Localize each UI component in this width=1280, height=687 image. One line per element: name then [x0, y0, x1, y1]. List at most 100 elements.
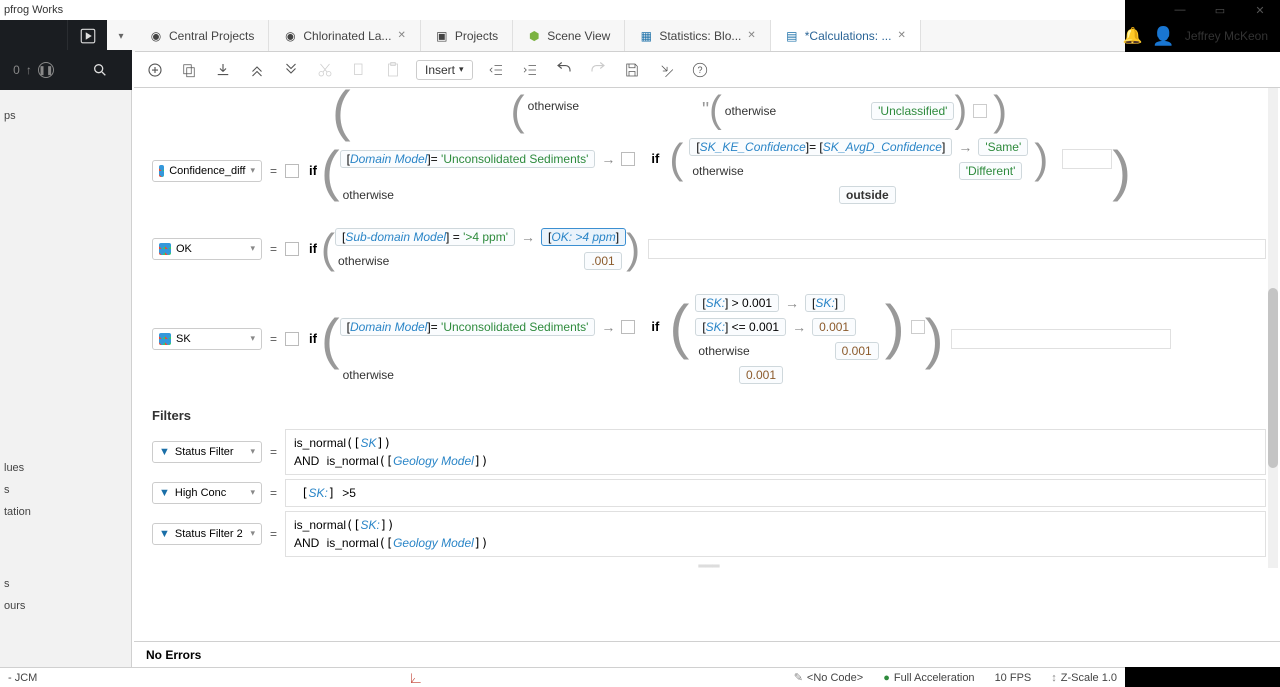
outdent-icon[interactable]: [485, 59, 507, 81]
scrollbar[interactable]: [1268, 88, 1278, 568]
result-value-active[interactable]: [OK: >4 ppm]: [541, 228, 626, 246]
brace-icon: (: [321, 154, 340, 188]
filter-expression[interactable]: is_normal([SK:]) AND is_normal([Geology …: [285, 511, 1266, 557]
condition-pill[interactable]: [Domain Model]= 'Unconsolidated Sediment…: [340, 150, 596, 168]
filter-expression[interactable]: is_normal([SK]) AND is_normal([Geology M…: [285, 429, 1266, 475]
brace-icon: ): [1112, 154, 1131, 188]
scrollbar-thumb[interactable]: [1268, 288, 1278, 468]
globe-icon: ◉: [149, 29, 163, 43]
filter-select[interactable]: ▼ Status Filter: [152, 441, 262, 463]
result-value[interactable]: 'Unclassified': [871, 102, 954, 120]
maximize-button[interactable]: ▭: [1200, 0, 1240, 20]
expand-down-icon[interactable]: [280, 59, 302, 81]
drag-handle-icon[interactable]: ═══: [152, 561, 1266, 572]
checkbox[interactable]: [285, 242, 299, 256]
condition-pill[interactable]: [SK:] <= 0.001: [695, 318, 786, 336]
close-icon[interactable]: ✕: [897, 30, 905, 41]
result-value[interactable]: 0.001: [739, 366, 783, 384]
tree-item[interactable]: ps: [4, 110, 31, 122]
brace-icon: ): [1034, 146, 1048, 171]
checkbox[interactable]: [285, 332, 299, 346]
save-icon[interactable]: [621, 59, 643, 81]
slot-box[interactable]: [911, 320, 925, 334]
result-value[interactable]: outside: [839, 186, 896, 204]
variable-select[interactable]: SK: [152, 328, 262, 350]
filter-row-highconc: ▼ High Conc = [SK:] >5: [152, 479, 1266, 507]
condition-pill[interactable]: [Domain Model]= 'Unconsolidated Sediment…: [340, 318, 596, 336]
status-zscale[interactable]: ↕Z-Scale 1.0: [1051, 672, 1117, 684]
otherwise-label: otherwise: [722, 103, 779, 119]
play-button[interactable]: [67, 20, 107, 52]
tree-item[interactable]: ours: [4, 600, 31, 612]
tab-projects[interactable]: ▣ Projects: [421, 20, 513, 51]
folder-icon: ▣: [435, 29, 449, 43]
checkbox[interactable]: [621, 320, 635, 334]
minimize-button[interactable]: —: [1160, 0, 1200, 20]
expression-slot[interactable]: [1062, 149, 1112, 169]
checkbox[interactable]: [621, 152, 635, 166]
expression-slot[interactable]: [951, 329, 1171, 349]
result-value[interactable]: 0.001: [835, 342, 879, 360]
equals-label: =: [270, 445, 277, 459]
copy-icon[interactable]: [178, 59, 200, 81]
filter-name: Status Filter: [175, 446, 234, 458]
indent-icon[interactable]: [519, 59, 541, 81]
copy2-icon[interactable]: [348, 59, 370, 81]
undo-icon[interactable]: [553, 59, 575, 81]
tree-item[interactable]: lues: [4, 462, 31, 474]
tab-scene-view[interactable]: ⬢ Scene View: [513, 20, 625, 51]
pause-control[interactable]: 0 ↑ ❚❚: [0, 50, 67, 90]
paste-icon[interactable]: [382, 59, 404, 81]
new-item-icon[interactable]: [144, 59, 166, 81]
result-value[interactable]: .001: [584, 252, 621, 270]
user-name: Jeffrey McKeon: [1185, 29, 1268, 43]
play-dropdown[interactable]: ▾: [107, 20, 135, 52]
help-icon[interactable]: ?: [689, 59, 711, 81]
brace-icon: (: [709, 99, 722, 122]
tab-central-projects[interactable]: ◉ Central Projects: [135, 20, 269, 51]
result-value[interactable]: 'Different': [959, 162, 1023, 180]
variable-select[interactable]: Confidence_diff: [152, 160, 262, 182]
condition-pill[interactable]: [SK_KE_Confidence]= [SK_AvgD_Confidence]: [689, 138, 952, 156]
tree-item[interactable]: s: [4, 578, 31, 590]
cut-icon[interactable]: [314, 59, 336, 81]
slot-box[interactable]: [973, 104, 987, 118]
filter-select[interactable]: ▼ High Conc: [152, 482, 262, 504]
search-button[interactable]: [67, 50, 132, 90]
close-button[interactable]: ✕: [1240, 0, 1280, 20]
close-icon[interactable]: ✕: [747, 30, 755, 41]
filter-select[interactable]: ▼ Status Filter 2: [152, 523, 262, 545]
if-keyword: if: [309, 163, 317, 178]
checkbox[interactable]: [285, 164, 299, 178]
equals-label: =: [270, 332, 277, 346]
redo-icon[interactable]: [587, 59, 609, 81]
tab-chlorinated[interactable]: ◉ Chlorinated La... ✕: [269, 20, 420, 51]
result-value[interactable]: [SK:]: [805, 294, 845, 312]
arrow-icon: →: [792, 319, 806, 335]
variable-name: OK: [176, 243, 192, 255]
status-axes[interactable]: [409, 671, 423, 685]
tab-label: *Calculations: ...: [805, 29, 892, 43]
filter-expression[interactable]: [SK:] >5: [285, 479, 1266, 507]
calc-icon: ▤: [785, 29, 799, 43]
status-nocode[interactable]: ✎<No Code>: [794, 671, 863, 684]
user-avatar-icon[interactable]: 👤: [1152, 26, 1174, 47]
tree-item[interactable]: tation: [4, 506, 31, 518]
insert-dropdown[interactable]: Insert▾: [416, 60, 473, 80]
tree-item[interactable]: s: [4, 484, 31, 496]
download-icon[interactable]: [212, 59, 234, 81]
variable-select[interactable]: OK: [152, 238, 262, 260]
tab-calculations[interactable]: ▤ *Calculations: ... ✕: [771, 20, 921, 51]
collapse-up-icon[interactable]: [246, 59, 268, 81]
filter-name: Status Filter 2: [175, 528, 243, 540]
condition-pill[interactable]: [Sub-domain Model] = '>4 ppm': [335, 228, 515, 246]
window-titlebar: pfrog Works — ▭ ✕: [0, 0, 1280, 20]
close-icon[interactable]: ✕: [397, 30, 405, 41]
expression-slot[interactable]: [648, 239, 1266, 259]
result-value[interactable]: 0.001: [812, 318, 856, 336]
tab-statistics[interactable]: ▦ Statistics: Blo... ✕: [625, 20, 770, 51]
result-value[interactable]: 'Same': [978, 138, 1028, 156]
condition-pill[interactable]: [SK:] > 0.001: [695, 294, 779, 312]
bell-icon[interactable]: 🔔: [1123, 26, 1143, 46]
export-icon[interactable]: [655, 59, 677, 81]
